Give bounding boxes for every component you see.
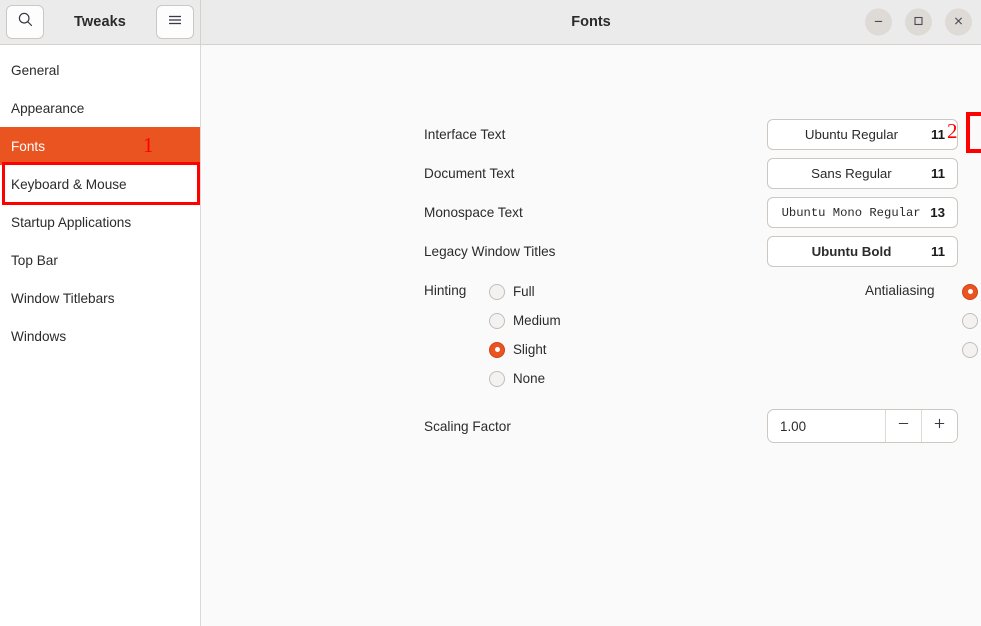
sidebar-item-keyboard-and-mouse[interactable]: Keyboard & Mouse [0, 165, 200, 203]
main-menu-button[interactable] [156, 5, 194, 39]
scaling-factor-increment-button[interactable] [921, 410, 957, 442]
hinting-option-label: Slight [513, 342, 547, 357]
hinting-option-none[interactable]: None [489, 364, 561, 393]
search-icon [18, 12, 33, 32]
hinting-option-slight[interactable]: Slight [489, 335, 561, 364]
sidebar-item-top-bar[interactable]: Top Bar [0, 241, 200, 279]
radio-selected-icon [489, 342, 505, 358]
radio-selected-icon [962, 284, 978, 300]
interface-text-label: Interface Text [424, 127, 505, 142]
annotation-number-2: 2 [947, 119, 958, 144]
hinting-option-full[interactable]: Full [489, 277, 561, 306]
hinting-option-label: None [513, 371, 545, 386]
sidebar-item-label: Fonts [11, 139, 45, 154]
scaling-factor-row: Scaling Factor 1.00 [424, 409, 958, 443]
hinting-option-label: Full [513, 284, 535, 299]
sidebar-item-appearance[interactable]: Appearance [0, 89, 200, 127]
minimize-button[interactable] [865, 9, 892, 36]
interface-text-font-size: 11 [931, 127, 945, 142]
antialiasing-option-subpixel[interactable]: Subpixel (for LCD screens) [962, 277, 981, 306]
scaling-factor-input[interactable]: 1.00 [768, 410, 885, 442]
minimize-icon [873, 13, 884, 31]
sidebar-item-label: Window Titlebars [11, 291, 115, 306]
sidebar: General Appearance Fonts Keyboard & Mous… [0, 45, 201, 626]
scaling-factor-decrement-button[interactable] [885, 410, 921, 442]
sidebar-item-general[interactable]: General [0, 51, 200, 89]
sidebar-item-label: General [11, 63, 59, 78]
antialiasing-option-standard[interactable]: Standard (greyscale) [962, 306, 981, 335]
annotation-number-1: 1 [143, 133, 154, 158]
close-icon [953, 13, 964, 31]
interface-text-font-name: Ubuntu Regular [780, 127, 923, 142]
search-button[interactable] [6, 5, 44, 39]
interface-text-row: Interface Text Ubuntu Regular 11 [424, 119, 958, 150]
header-content-section: Fonts [201, 0, 981, 44]
sidebar-item-windows[interactable]: Windows [0, 317, 200, 355]
document-text-font-button[interactable]: Sans Regular 11 [767, 158, 958, 189]
maximize-icon [913, 13, 924, 31]
header-sidebar-section: Tweaks [0, 0, 201, 44]
maximize-button[interactable] [905, 9, 932, 36]
hinting-radio-group: Full Medium Slight None [489, 277, 561, 393]
document-text-font-size: 11 [931, 166, 945, 181]
legacy-window-titles-label: Legacy Window Titles [424, 244, 555, 259]
antialiasing-label: Antialiasing [865, 283, 935, 298]
plus-icon [933, 417, 946, 435]
hamburger-menu-icon [167, 13, 183, 32]
antialiasing-option-none[interactable]: None [962, 335, 981, 364]
legacy-window-titles-font-name: Ubuntu Bold [780, 244, 923, 259]
document-text-font-name: Sans Regular [780, 166, 923, 181]
monospace-text-row: Monospace Text Ubuntu Mono Regular 13 [424, 197, 958, 228]
hinting-option-label: Medium [513, 313, 561, 328]
sidebar-item-window-titlebars[interactable]: Window Titlebars [0, 279, 200, 317]
scaling-factor-stepper[interactable]: 1.00 [767, 409, 958, 443]
hinting-label: Hinting [424, 283, 466, 298]
sidebar-item-fonts[interactable]: Fonts [0, 127, 200, 165]
document-text-row: Document Text Sans Regular 11 [424, 158, 958, 189]
antialiasing-radio-group: Subpixel (for LCD screens) Standard (gre… [962, 277, 981, 364]
fonts-settings-panel: Interface Text Ubuntu Regular 11 Documen… [201, 45, 981, 626]
monospace-text-label: Monospace Text [424, 205, 523, 220]
interface-text-font-button[interactable]: Ubuntu Regular 11 [767, 119, 958, 150]
window-body: General Appearance Fonts Keyboard & Mous… [0, 45, 981, 626]
close-button[interactable] [945, 9, 972, 36]
radio-icon [489, 371, 505, 387]
monospace-text-font-name: Ubuntu Mono Regular [780, 206, 922, 220]
annotation-highlight-2 [966, 112, 981, 153]
legacy-window-titles-font-button[interactable]: Ubuntu Bold 11 [767, 236, 958, 267]
tweaks-window: Tweaks Fonts [0, 0, 981, 626]
legacy-window-titles-row: Legacy Window Titles Ubuntu Bold 11 [424, 236, 958, 267]
monospace-text-font-size: 13 [930, 205, 945, 220]
sidebar-item-startup-applications[interactable]: Startup Applications [0, 203, 200, 241]
radio-icon [489, 284, 505, 300]
sidebar-item-label: Windows [11, 329, 66, 344]
legacy-window-titles-font-size: 11 [931, 244, 945, 259]
hinting-option-medium[interactable]: Medium [489, 306, 561, 335]
sidebar-item-label: Keyboard & Mouse [11, 177, 127, 192]
minus-icon [897, 417, 910, 435]
header-bar: Tweaks Fonts [0, 0, 981, 45]
app-title: Tweaks [44, 14, 156, 30]
window-controls [865, 9, 972, 36]
page-title: Fonts [571, 14, 610, 30]
scaling-factor-label: Scaling Factor [424, 419, 511, 434]
sidebar-item-label: Appearance [11, 101, 84, 116]
sidebar-item-label: Startup Applications [11, 215, 131, 230]
radio-icon [489, 313, 505, 329]
document-text-label: Document Text [424, 166, 514, 181]
sidebar-item-label: Top Bar [11, 253, 58, 268]
radio-icon [962, 342, 978, 358]
radio-icon [962, 313, 978, 329]
monospace-text-font-button[interactable]: Ubuntu Mono Regular 13 [767, 197, 958, 228]
